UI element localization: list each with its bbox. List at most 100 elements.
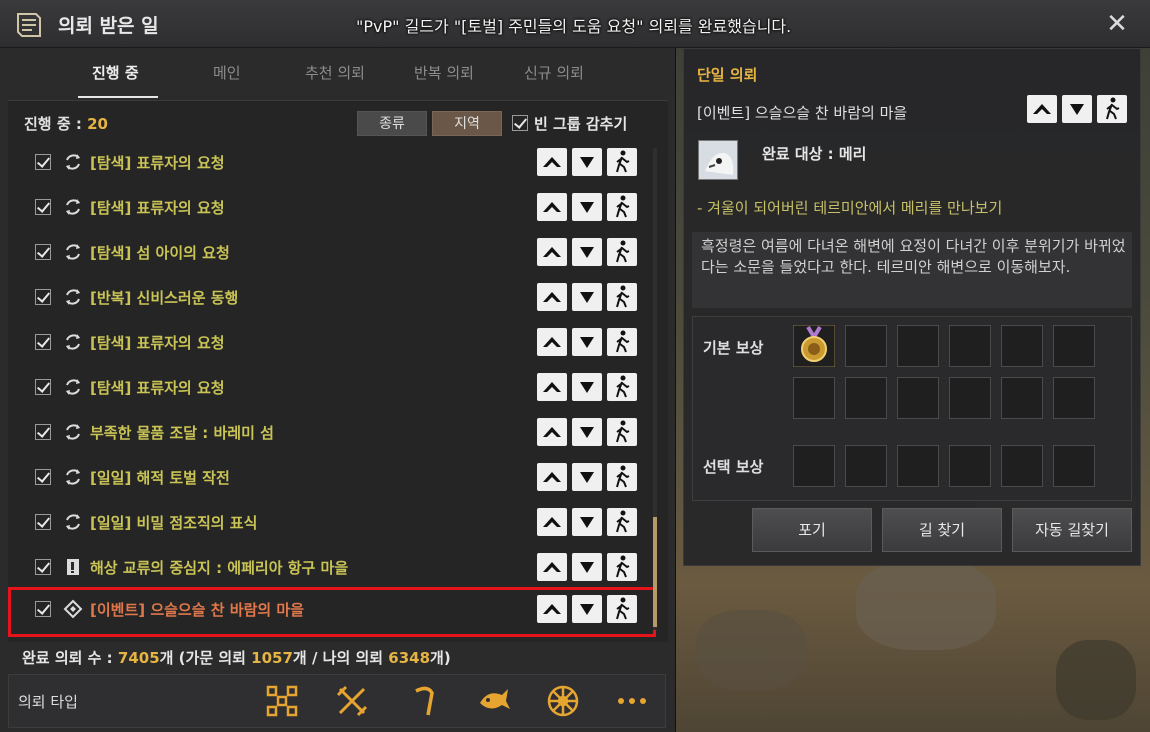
move-down-button[interactable] [572, 418, 602, 446]
quest-row[interactable]: [일일] 비밀 점조직의 표식 [8, 500, 653, 544]
move-up-button[interactable] [537, 148, 567, 176]
walking-person-icon [1106, 97, 1120, 120]
quest-checkbox[interactable] [35, 154, 51, 170]
quest-row-selected[interactable]: [이벤트] 으슬으슬 찬 바람의 마을 [8, 587, 656, 637]
basic-reward-slot[interactable] [897, 325, 939, 367]
basic-reward-slot[interactable] [793, 377, 835, 419]
choice-reward-slot[interactable] [845, 445, 887, 487]
basic-reward-slot[interactable] [1001, 377, 1043, 419]
quest-row[interactable]: [탐색] 표류자의 요청 [8, 365, 653, 409]
quest-checkbox[interactable] [35, 424, 51, 440]
move-up-button[interactable] [537, 508, 567, 536]
quest-row[interactable]: [탐색] 표류자의 요청 [8, 140, 653, 184]
combat-icon[interactable] [334, 683, 370, 719]
choice-reward-slot[interactable] [897, 445, 939, 487]
quest-name: [이벤트] 으슬으슬 찬 바람의 마을 [90, 601, 305, 619]
choice-reward-slot[interactable] [1001, 445, 1043, 487]
choice-reward-slot[interactable] [949, 445, 991, 487]
auto-path-button[interactable]: 자동 길찾기 [1012, 508, 1132, 552]
detail-navigate-button[interactable] [1097, 95, 1127, 123]
find-path-button[interactable]: 길 찾기 [882, 508, 1002, 552]
move-up-button[interactable] [537, 238, 567, 266]
quest-row[interactable]: [반복] 신비스러운 동행 [8, 275, 653, 319]
tab-main[interactable]: 메인 [213, 62, 241, 83]
navigate-button[interactable] [607, 553, 637, 581]
filter-kind-button[interactable]: 종류 [357, 111, 427, 136]
basic-reward-slot[interactable] [1001, 325, 1043, 367]
move-down-button[interactable] [572, 193, 602, 221]
quest-row[interactable]: [탐색] 표류자의 요청 [8, 320, 653, 364]
move-down-button[interactable] [572, 148, 602, 176]
quest-checkbox[interactable] [35, 559, 51, 575]
choice-reward-slot[interactable] [1053, 445, 1095, 487]
basic-reward-slot[interactable] [1053, 377, 1095, 419]
gathering-icon[interactable] [406, 683, 442, 719]
move-down-button[interactable] [572, 283, 602, 311]
navigate-button[interactable] [607, 418, 637, 446]
basic-reward-slot[interactable] [949, 377, 991, 419]
quest-row[interactable]: 부족한 물품 조달 : 바레미 섬 [8, 410, 653, 454]
quest-name: 부족한 물품 조달 : 바레미 섬 [90, 424, 274, 442]
tab-recommended[interactable]: 추천 의뢰 [305, 62, 365, 83]
move-down-button[interactable] [572, 595, 602, 623]
quest-row[interactable]: [탐색] 표류자의 요청 [8, 185, 653, 229]
move-down-button[interactable] [572, 508, 602, 536]
navigate-button[interactable] [607, 283, 637, 311]
fishing-icon[interactable] [476, 683, 512, 719]
navigate-button[interactable] [607, 238, 637, 266]
tab-new[interactable]: 신규 의뢰 [524, 62, 584, 83]
quest-row[interactable]: [탐색] 섬 아이의 요청 [8, 230, 653, 274]
move-down-button[interactable] [572, 553, 602, 581]
basic-reward-slot[interactable] [845, 377, 887, 419]
checkbox-icon[interactable] [512, 115, 528, 131]
quest-checkbox[interactable] [35, 379, 51, 395]
move-down-button[interactable] [572, 328, 602, 356]
move-down-button[interactable] [572, 373, 602, 401]
choice-reward-slot[interactable] [793, 445, 835, 487]
medal-reward-icon[interactable] [793, 325, 835, 367]
navigate-button[interactable] [607, 463, 637, 491]
quest-row[interactable]: [일일] 해적 토벌 작전 [8, 455, 653, 499]
move-up-button[interactable] [537, 463, 567, 491]
basic-reward-slot[interactable] [949, 325, 991, 367]
tab-repeat[interactable]: 반복 의뢰 [414, 62, 474, 83]
hide-empty-groups-toggle[interactable]: 빈 그룹 감추기 [512, 113, 627, 134]
quest-checkbox[interactable] [35, 469, 51, 485]
move-up-button[interactable] [537, 328, 567, 356]
detail-move-up-button[interactable] [1027, 95, 1057, 123]
move-up-button[interactable] [537, 553, 567, 581]
basic-reward-slot[interactable] [1053, 325, 1095, 367]
all-types-icon[interactable] [264, 683, 300, 719]
quest-checkbox[interactable] [35, 514, 51, 530]
more-icon[interactable] [614, 683, 650, 719]
navigate-button[interactable] [607, 193, 637, 221]
navigate-button[interactable] [607, 148, 637, 176]
quest-checkbox[interactable] [35, 244, 51, 260]
move-down-button[interactable] [572, 238, 602, 266]
close-icon[interactable]: ✕ [1100, 8, 1134, 40]
quest-row[interactable]: 해상 교류의 중심지 : 에페리아 항구 마을 [8, 545, 653, 589]
trade-icon[interactable] [545, 683, 581, 719]
move-down-button[interactable] [572, 463, 602, 491]
navigate-button[interactable] [607, 595, 637, 623]
move-up-button[interactable] [537, 283, 567, 311]
basic-reward-slot[interactable] [845, 325, 887, 367]
tab-in-progress[interactable]: 진행 중 [92, 62, 139, 83]
navigate-button[interactable] [607, 508, 637, 536]
give-up-button[interactable]: 포기 [752, 508, 872, 552]
repeat-icon [62, 376, 84, 398]
move-up-button[interactable] [537, 193, 567, 221]
move-up-button[interactable] [537, 418, 567, 446]
move-up-button[interactable] [537, 595, 567, 623]
quest-checkbox[interactable] [35, 289, 51, 305]
navigate-button[interactable] [607, 373, 637, 401]
scrollbar-thumb[interactable] [653, 517, 657, 627]
quest-checkbox[interactable] [35, 199, 51, 215]
detail-move-down-button[interactable] [1062, 95, 1092, 123]
move-up-button[interactable] [537, 373, 567, 401]
navigate-button[interactable] [607, 328, 637, 356]
quest-checkbox[interactable] [35, 334, 51, 350]
filter-region-button[interactable]: 지역 [432, 111, 502, 136]
quest-checkbox[interactable] [35, 601, 51, 617]
basic-reward-slot[interactable] [897, 377, 939, 419]
